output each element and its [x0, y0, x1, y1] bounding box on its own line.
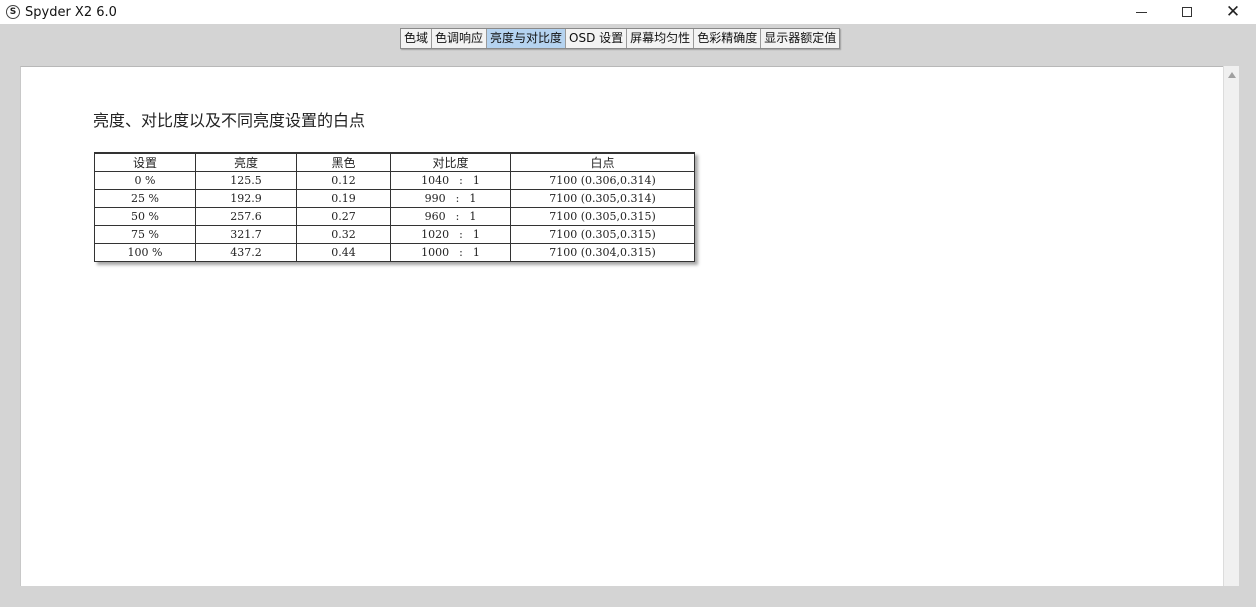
contrast-base: 1 — [469, 192, 477, 205]
tab-tone-response[interactable]: 色调响应 — [432, 29, 488, 48]
tab-brightness-contrast[interactable]: 亮度与对比度 — [487, 29, 567, 48]
maximize-icon — [1182, 7, 1192, 17]
cell-black: 0.44 — [296, 243, 391, 262]
report-document: 亮度、对比度以及不同亮度设置的白点 设置 亮度 黑色 对比度 白点 0 % 12… — [20, 66, 1223, 586]
cell-black: 0.12 — [296, 171, 391, 190]
brightness-contrast-table: 设置 亮度 黑色 对比度 白点 0 % 125.5 0.12 1040:1 71… — [94, 152, 695, 262]
cell-brightness: 192.9 — [195, 189, 297, 208]
tab-gamut[interactable]: 色域 — [401, 29, 433, 48]
contrast-value: 990 — [424, 192, 446, 205]
cell-brightness: 257.6 — [195, 207, 297, 226]
cell-white-point: 7100 (0.305,0.315) — [510, 207, 695, 226]
cell-setting: 75 % — [94, 225, 196, 244]
contrast-base: 1 — [472, 174, 480, 187]
cell-black: 0.27 — [296, 207, 391, 226]
cell-white-point: 7100 (0.304,0.315) — [510, 243, 695, 262]
contrast-value: 960 — [424, 210, 446, 223]
cell-white-point: 7100 (0.306,0.314) — [510, 171, 695, 190]
contrast-separator: : — [459, 246, 463, 259]
column-header-brightness: 亮度 — [195, 152, 297, 172]
window-title: Spyder X2 6.0 — [25, 4, 117, 20]
tab-osd-settings[interactable]: OSD 设置 — [566, 29, 628, 48]
title-bar: S Spyder X2 6.0 ✕ — [0, 0, 1256, 24]
table-row: 25 % 192.9 0.19 990:1 7100 (0.305,0.314) — [94, 189, 695, 208]
table-row: 50 % 257.6 0.27 960:1 7100 (0.305,0.315) — [94, 207, 695, 226]
cell-white-point: 7100 (0.305,0.314) — [510, 189, 695, 208]
contrast-value: 1000 — [421, 246, 450, 259]
cell-setting: 50 % — [94, 207, 196, 226]
cell-setting: 25 % — [94, 189, 196, 208]
contrast-separator: : — [459, 228, 463, 241]
cell-contrast: 990:1 — [390, 189, 511, 208]
minimize-icon — [1135, 11, 1147, 13]
cell-brightness: 125.5 — [195, 171, 297, 190]
contrast-separator: : — [459, 174, 463, 187]
report-title: 亮度、对比度以及不同亮度设置的白点 — [93, 111, 366, 130]
contrast-value: 1040 — [421, 174, 450, 187]
contrast-base: 1 — [472, 246, 480, 259]
contrast-value: 1020 — [421, 228, 450, 241]
contrast-base: 1 — [469, 210, 477, 223]
tab-screen-uniformity[interactable]: 屏幕均匀性 — [627, 29, 695, 48]
cell-contrast: 1000:1 — [390, 243, 511, 262]
contrast-separator: : — [455, 192, 460, 205]
minimize-button[interactable] — [1118, 0, 1164, 24]
table-row: 0 % 125.5 0.12 1040:1 7100 (0.306,0.314) — [94, 171, 695, 190]
cell-contrast: 960:1 — [390, 207, 511, 226]
cell-contrast: 1040:1 — [390, 171, 511, 190]
window-controls: ✕ — [1118, 0, 1256, 24]
cell-white-point: 7100 (0.305,0.315) — [510, 225, 695, 244]
column-header-contrast: 对比度 — [390, 152, 511, 172]
tab-color-accuracy[interactable]: 色彩精确度 — [694, 29, 762, 48]
tab-display-rating[interactable]: 显示器额定值 — [761, 29, 840, 48]
cell-brightness: 321.7 — [195, 225, 297, 244]
cell-black: 0.32 — [296, 225, 391, 244]
contrast-separator: : — [455, 210, 460, 223]
maximize-button[interactable] — [1164, 0, 1210, 24]
table-header-row: 设置 亮度 黑色 对比度 白点 — [94, 152, 695, 172]
report-tabs: 色域 色调响应 亮度与对比度 OSD 设置 屏幕均匀性 色彩精确度 显示器额定值 — [400, 28, 841, 49]
table-row: 100 % 437.2 0.44 1000:1 7100 (0.304,0.31… — [94, 243, 695, 262]
close-icon: ✕ — [1225, 2, 1241, 22]
cell-setting: 0 % — [94, 171, 196, 190]
column-header-black: 黑色 — [296, 152, 391, 172]
cell-brightness: 437.2 — [195, 243, 297, 262]
app-logo-icon: S — [6, 5, 20, 19]
vertical-scrollbar[interactable] — [1223, 66, 1239, 586]
table-row: 75 % 321.7 0.32 1020:1 7100 (0.305,0.315… — [94, 225, 695, 244]
column-header-white-point: 白点 — [510, 152, 695, 172]
cell-setting: 100 % — [94, 243, 196, 262]
column-header-setting: 设置 — [94, 152, 196, 172]
cell-black: 0.19 — [296, 189, 391, 208]
close-button[interactable]: ✕ — [1210, 0, 1256, 24]
scroll-up-arrow-icon[interactable] — [1228, 72, 1236, 78]
contrast-base: 1 — [472, 228, 480, 241]
cell-contrast: 1020:1 — [390, 225, 511, 244]
